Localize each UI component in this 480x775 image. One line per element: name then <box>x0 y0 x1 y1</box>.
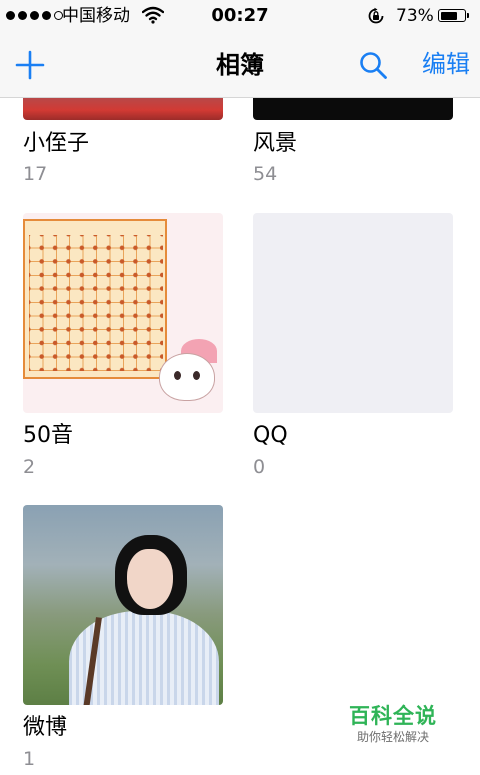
orientation-lock-icon <box>368 7 384 24</box>
album-name: 微博 <box>23 715 68 740</box>
battery-icon <box>438 9 466 22</box>
kana-chart-image <box>23 219 167 379</box>
album-thumbnail-empty[interactable] <box>253 213 453 413</box>
album-thumbnail[interactable] <box>23 98 223 120</box>
edit-button[interactable]: 编辑 <box>422 49 470 79</box>
album-thumbnail[interactable] <box>253 98 453 120</box>
battery-percent: 73% <box>396 6 434 26</box>
battery-fill <box>440 11 457 20</box>
status-bar: 中国移动 00:27 73% <box>0 0 480 34</box>
search-icon[interactable] <box>358 50 388 80</box>
album-count: 2 <box>23 456 36 478</box>
page-title: 相簿 <box>216 51 264 79</box>
watermark-title: 百科全说 <box>349 704 437 728</box>
album-count: 17 <box>23 163 48 185</box>
album-thumbnail[interactable] <box>23 213 223 413</box>
album-name: 50音 <box>23 423 73 448</box>
battery-tip <box>467 13 469 18</box>
album-thumbnail[interactable] <box>23 505 223 705</box>
album-name: 风景 <box>253 131 298 156</box>
album-count: 54 <box>253 163 278 185</box>
album-name: 小侄子 <box>23 131 90 156</box>
watermark: 百科全说 助你轻松解决 <box>343 703 443 745</box>
album-count: 1 <box>23 748 36 770</box>
album-name: QQ <box>253 423 288 448</box>
cat-sticker-image <box>159 353 215 401</box>
album-count: 0 <box>253 456 266 478</box>
watermark-subtitle: 助你轻松解决 <box>356 730 429 744</box>
navigation-bar: 相簿 编辑 <box>0 34 480 98</box>
photo-face <box>127 549 173 609</box>
